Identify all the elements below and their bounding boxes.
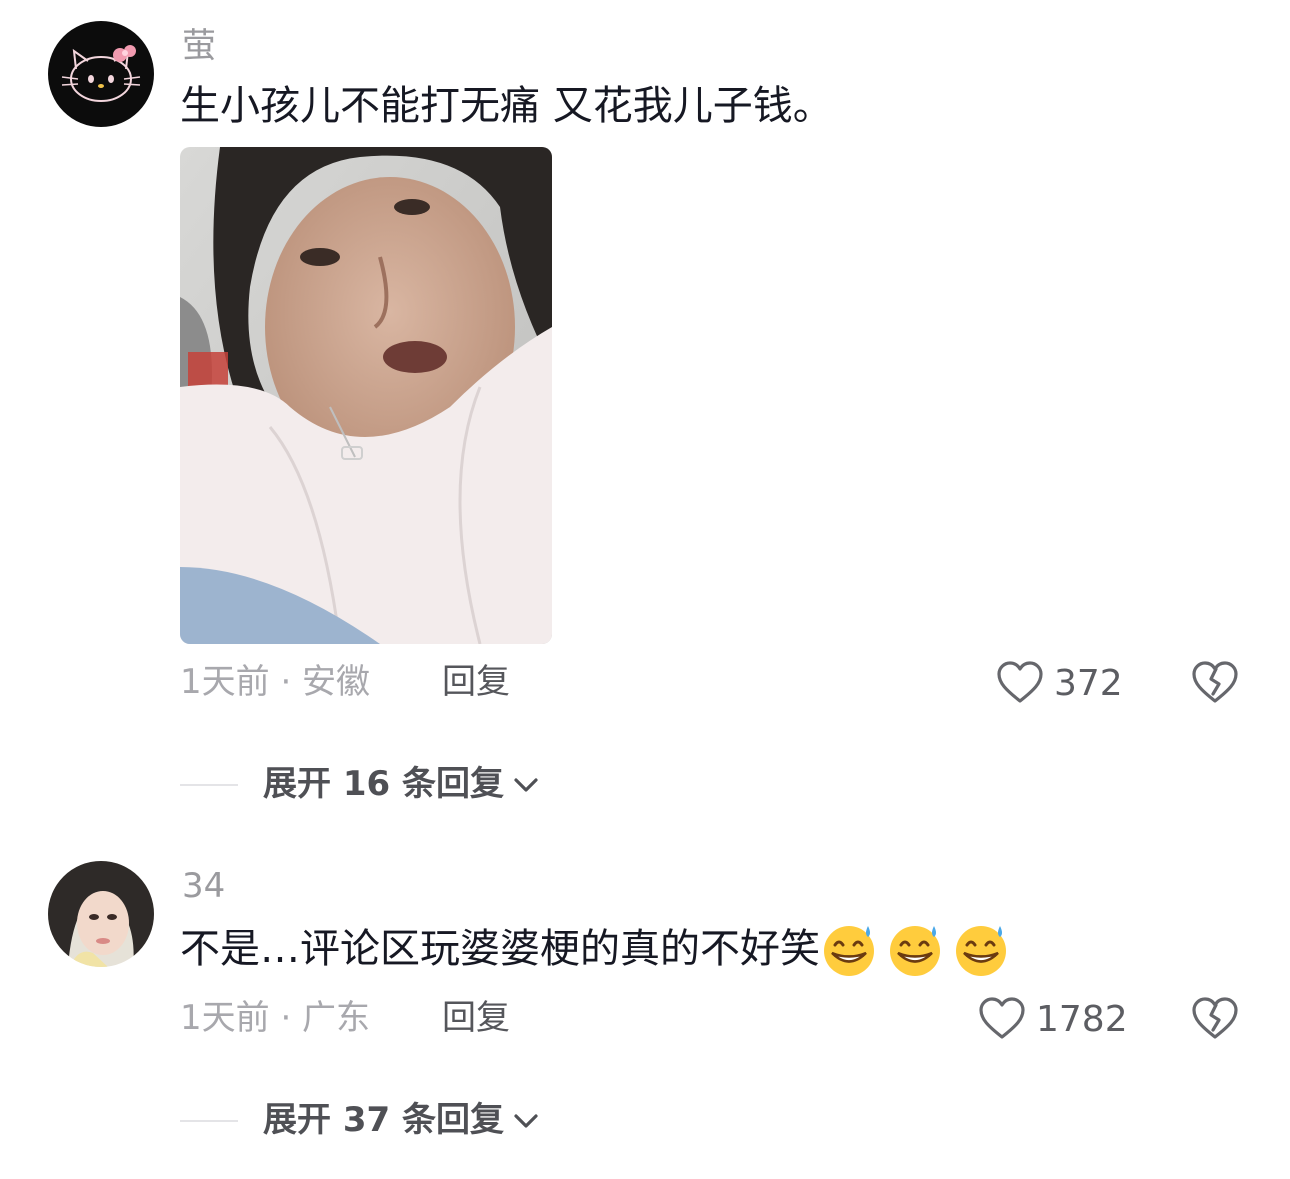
like-count: 1782 [1036,999,1128,1040]
dislike-button[interactable] [1191,996,1239,1044]
like-count: 372 [1054,663,1123,704]
comment-time-location: 1天前 · 广东 [180,998,371,1038]
reply-button[interactable]: 回复 [442,662,510,702]
chevron-down-icon [512,764,540,804]
broken-heart-icon [1191,661,1239,708]
heart-icon [996,660,1044,708]
comment-text: 不是…评论区玩婆婆梗的真的不好笑 [180,926,820,972]
like-button[interactable]: 372 [996,660,1123,708]
comment-username[interactable]: 34 [182,866,225,906]
comment-username[interactable]: 萤 [182,26,216,66]
grin-sweat-emoji [956,926,1006,976]
expand-replies-label: 展开 16 条回复 [263,764,504,804]
reply-button[interactable]: 回复 [442,998,510,1038]
avatar[interactable] [48,861,154,967]
comment-image[interactable] [180,147,552,644]
avatar[interactable] [48,21,154,127]
dislike-button[interactable] [1191,660,1239,708]
comment-body: 不是…评论区玩婆婆梗的真的不好笑 [180,920,1010,978]
emoji-group [820,920,1010,978]
expand-replies-button[interactable]: 展开 37 条回复 [263,1100,540,1140]
divider-line [180,1120,238,1122]
like-button[interactable]: 1782 [978,996,1128,1044]
expand-replies-label: 展开 37 条回复 [263,1100,504,1140]
broken-heart-icon [1191,997,1239,1044]
comment-text: 生小孩儿不能打无痛 又花我儿子钱。 [180,83,833,129]
grin-sweat-emoji [890,926,940,976]
comment-time-location: 1天前 · 安徽 [180,662,371,702]
expand-replies-button[interactable]: 展开 16 条回复 [263,764,540,804]
chevron-down-icon [512,1100,540,1140]
heart-icon [978,996,1026,1044]
divider-line [180,784,238,786]
grin-sweat-emoji [824,926,874,976]
